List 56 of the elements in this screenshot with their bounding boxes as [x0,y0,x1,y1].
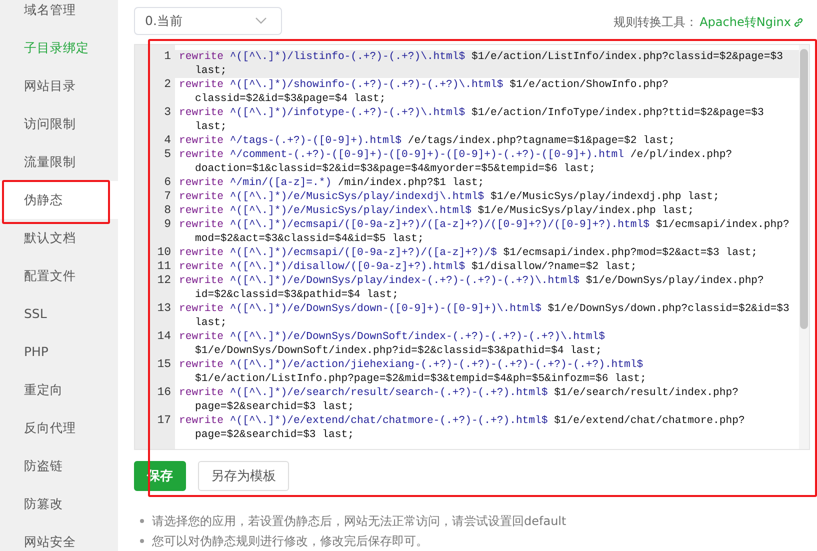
bullet-icon [140,539,144,543]
sidebar-item[interactable]: 防盗链 [0,447,118,485]
line-number: 14 [156,330,172,345]
sidebar-item[interactable]: 反向代理 [0,409,118,447]
line-number: 6 [163,176,172,190]
line-number: 5 [163,148,172,163]
sidebar-item[interactable]: SSL [0,295,118,333]
bullet-icon [140,519,144,523]
save-as-template-button[interactable]: 另存为模板 [198,461,289,491]
code-line: rewrite ^([^\.]*)/ecmsapi/([0-9a-z]+?)/([a-z]+?)/([0-9]+?)/([0-9]+?).html$ $1/ecmsapi/index.php?mod=$2&act=$3&classid=$4&id=$5 last; [178,218,790,246]
link-icon [793,16,804,28]
code-line: rewrite ^([^\.]*)/e/action/jiehexiang-(.+?)-(.+?)-(.+?)-(.+?)-(.+?).html$ $1/e/action/ListInfo.php?page=$2&mid=$3&tempid=$4&ph=$5&infozm=$6 last; [178,358,648,386]
code-line: rewrite ^/comment-(.+?)-([0-9]+)-([0-9]+)-([0-9]+)-(.+?)-([0-9]+).html /e/pl/index.php?doaction=$1&classid=$2&id=$3&page=$4&myorder=$5&tempid=$6 last; [178,148,734,176]
code-line: rewrite ^/tags-(.+?)-([0-9]+).html$ /e/tags/index.php?tagname=$1&page=$2 last; [178,134,676,148]
line-number: 11 [156,260,172,274]
sidebar-item[interactable]: 配置文件 [0,257,118,295]
version-select[interactable]: 0.当前 [134,7,282,35]
line-number: 13 [156,302,172,317]
sidebar-item[interactable]: 域名管理 [0,0,118,29]
line-number: 17 [156,414,172,429]
sidebar-item[interactable]: 重定向 [0,371,118,409]
code-line: rewrite ^([^\.]*)/e/MusicSys/play/indexdj\.html$ $1/e/MusicSys/play/indexdj.php last; [178,190,720,204]
code-line: rewrite ^([^\.]*)/e/DownSys/down-([0-9]+)-([0-9]+)\.html$ $1/e/DownSys/down.php?classid=$2&id=$3 last; [178,302,790,330]
sidebar-item[interactable]: 流量限制 [0,143,118,181]
code-line: rewrite ^([^\.]*)/e/DownSys/DownSoft/index-(.+?)-(.+?)-(.+?)\.html$ $1/e/DownSys/DownSoft/index.php?id=$2&classid=$3&pathid=$4 last; [178,330,606,358]
sidebar-item[interactable]: 网站目录 [0,67,118,105]
line-number: 2 [163,78,172,93]
scrollbar-thumb[interactable] [800,49,808,329]
sidebar-item[interactable]: 网站安全 [0,523,118,551]
line-number: 12 [156,274,172,289]
note-text: 请选择您的应用，若设置伪静态后，网站无法正常访问，请尝试设置回default [152,512,566,530]
code-line: rewrite ^([^\.]*)/e/MusicSys/play/index\.html$ $1/e/MusicSys/play/index.php last; [178,204,695,218]
line-number: 8 [163,204,172,218]
chevron-down-icon [255,17,267,25]
code-line: rewrite ^([^\.]*)/e/extend/chat/chatmore-(.+?)-(.+?).html$ $1/e/extend/chat/chatmore.php?page=$2&searchid=$3 last; [178,414,746,442]
line-number: 7 [163,190,172,204]
code-line: rewrite ^([^\.]*)/ecmsapi/([0-9a-z]+?)/([a-z]+?)/$ $1/ecmsapi/index.php?mod=$2&act=$3 last; [178,246,759,260]
line-number: 15 [156,358,172,373]
sidebar-item[interactable]: 默认文档 [0,219,118,257]
code-line: rewrite ^([^\.]*)/showinfo-(.+?)-(.+?)-(.+?)\.html$ $1/e/action/ShowInfo.php?classid=$2&id=$3&page=$4 last; [178,78,670,106]
line-number: 16 [156,386,172,401]
line-number: 4 [163,134,172,148]
note-text: 您可以对伪静态规则进行修改，修改完后保存即可。 [152,532,428,550]
sidebar-item[interactable]: 防篡改 [0,485,118,523]
code-line: rewrite ^([^\.]*)/e/search/result/search-(.+?)-(.+?).html$ $1/e/search/result/index.php?page=$2&searchid=$3 last; [178,386,740,414]
code-line: rewrite ^([^\.]*)/e/DownSys/play/index-(.+?)-(.+?)-(.+?)\.html$ $1/e/DownSys/play/index.php?id=$2&classid=$3&pathid=$4 last; [178,274,765,302]
code-line: rewrite ^([^\.]*)/disallow/([0-9a-z]+?).html$ $1/disallow/?name=$2 last; [178,260,638,274]
sidebar-item[interactable]: PHP [0,333,118,371]
line-number: 9 [163,218,172,233]
sidebar-item[interactable]: 访问限制 [0,105,118,143]
code-line: rewrite ^/min/([a-z]=.*) /min/index.php?$1 last; [178,176,486,190]
line-number: 1 [163,50,172,65]
line-number: 10 [156,246,172,260]
converter-label: 规则转换工具： [614,14,698,30]
line-number: 3 [163,106,172,121]
code-line: rewrite ^([^\.]*)/infotype-(.+?)-(.+?)\.html$ $1/e/action/InfoType/index.php?ttid=$2&page=$3 last; [178,106,765,134]
